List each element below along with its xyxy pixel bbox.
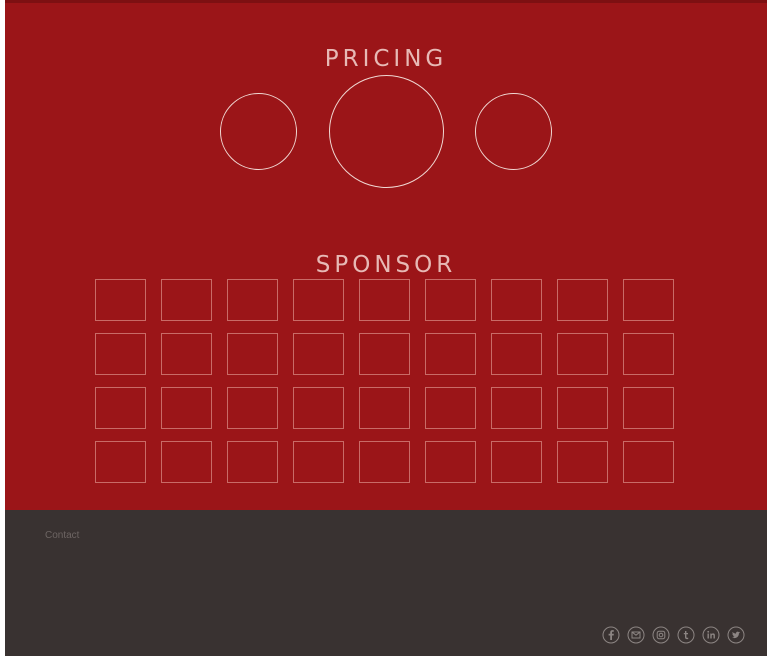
tumblr-icon[interactable] [677,626,695,644]
sponsor-logo-slot[interactable] [359,279,410,321]
facebook-icon[interactable] [602,626,620,644]
sponsor-logo-slot[interactable] [557,333,608,375]
pricing-plan-circle-3[interactable] [475,93,552,170]
sponsor-logo-slot[interactable] [161,279,212,321]
email-icon[interactable] [627,626,645,644]
footer: Contact [5,510,767,656]
social-links [602,626,745,644]
sponsor-logo-slot[interactable] [491,279,542,321]
sponsor-logo-slot[interactable] [491,387,542,429]
sponsor-logo-slot[interactable] [425,387,476,429]
sponsor-logo-slot[interactable] [161,441,212,483]
pricing-plan-circle-1[interactable] [220,93,297,170]
page: PRICING SPONSOR Contact [0,0,772,656]
sponsor-logo-slot[interactable] [491,441,542,483]
sponsor-logo-slot[interactable] [293,333,344,375]
sponsor-logo-slot[interactable] [557,387,608,429]
sponsor-logo-slot[interactable] [425,441,476,483]
sponsor-logo-slot[interactable] [95,279,146,321]
sponsor-logo-slot[interactable] [557,441,608,483]
sponsor-logo-slot[interactable] [359,387,410,429]
sponsor-logo-slot[interactable] [95,441,146,483]
sponsor-logo-slot[interactable] [491,333,542,375]
sponsor-logo-slot[interactable] [227,441,278,483]
top-edge [5,0,767,3]
pricing-title: PRICING [324,46,448,73]
instagram-icon[interactable] [652,626,670,644]
sponsor-logo-slot[interactable] [623,387,674,429]
sponsor-logo-slot[interactable] [293,387,344,429]
contact-link[interactable]: Contact [45,530,79,541]
sponsor-grid [95,279,674,483]
sponsor-logo-slot[interactable] [623,441,674,483]
sponsor-logo-slot[interactable] [227,387,278,429]
sponsor-logo-slot[interactable] [95,333,146,375]
sponsor-logo-slot[interactable] [623,333,674,375]
sponsor-logo-slot[interactable] [227,333,278,375]
sponsor-logo-slot[interactable] [623,279,674,321]
sponsor-logo-slot[interactable] [95,387,146,429]
sponsor-title: SPONSOR [315,252,457,279]
sponsor-logo-slot[interactable] [293,441,344,483]
twitter-icon[interactable] [727,626,745,644]
sponsor-logo-slot[interactable] [425,279,476,321]
sponsor-logo-slot[interactable] [161,333,212,375]
sponsor-logo-slot[interactable] [293,279,344,321]
sponsor-logo-slot[interactable] [425,333,476,375]
sponsor-logo-slot[interactable] [359,441,410,483]
linkedin-icon[interactable] [702,626,720,644]
sponsor-logo-slot[interactable] [557,279,608,321]
sponsor-logo-slot[interactable] [359,333,410,375]
sponsor-logo-slot[interactable] [161,387,212,429]
pricing-plan-circle-2[interactable] [329,75,444,188]
sponsor-logo-slot[interactable] [227,279,278,321]
content-section: PRICING SPONSOR [5,0,767,510]
